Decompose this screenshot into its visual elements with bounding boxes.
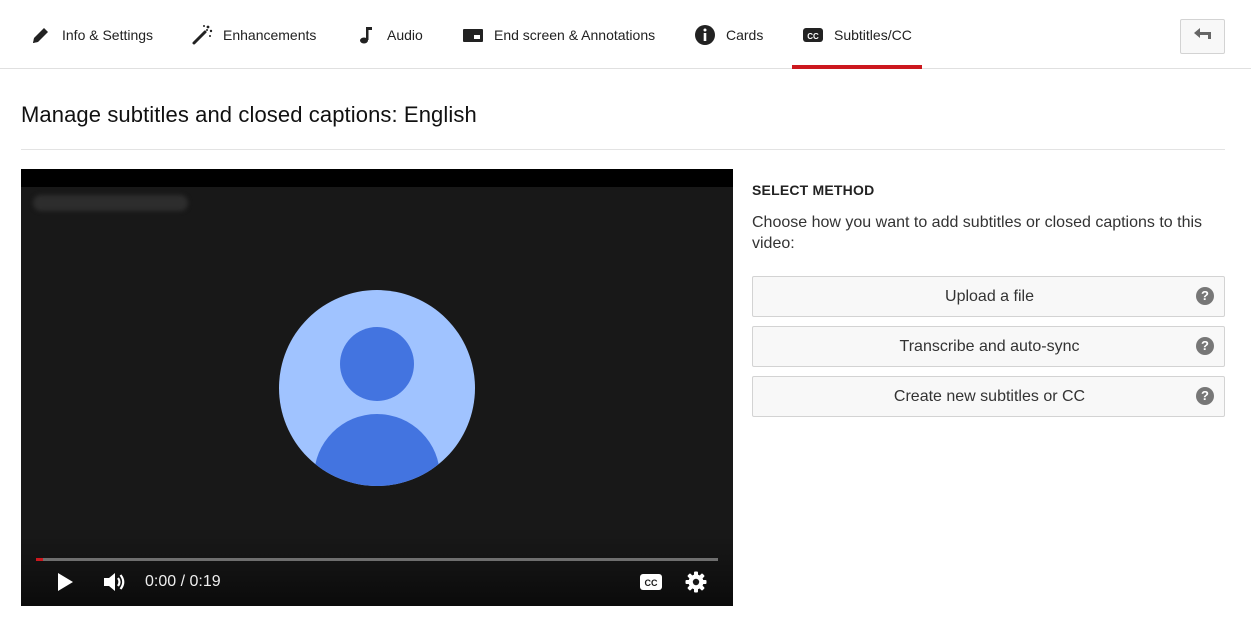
progress-played — [36, 558, 43, 561]
back-arrow-icon — [1193, 27, 1213, 46]
button-label: Transcribe and auto-sync — [899, 338, 1080, 355]
avatar-body — [314, 414, 440, 486]
magic-wand-icon — [191, 24, 213, 46]
back-button[interactable] — [1180, 19, 1225, 54]
music-note-icon — [355, 24, 377, 46]
volume-button[interactable] — [100, 570, 130, 598]
tab-info-settings[interactable]: Info & Settings — [30, 0, 153, 69]
captions-button[interactable]: CC — [637, 571, 665, 597]
pencil-icon — [30, 24, 52, 46]
divider — [21, 149, 1225, 150]
create-new-subtitles-button[interactable]: Create new subtitles or CC ? — [752, 376, 1225, 417]
help-icon[interactable]: ? — [1196, 287, 1214, 305]
upload-file-button[interactable]: Upload a file ? — [752, 276, 1225, 317]
help-icon[interactable]: ? — [1196, 387, 1214, 405]
button-label: Upload a file — [945, 288, 1034, 305]
tab-subtitles-cc[interactable]: CC Subtitles/CC — [792, 0, 922, 69]
tab-label: Cards — [726, 26, 764, 43]
play-icon — [55, 571, 75, 598]
cc-icon: CC — [639, 573, 663, 596]
tab-end-screen-annotations[interactable]: End screen & Annotations — [462, 0, 655, 69]
settings-gear-icon — [685, 571, 707, 598]
tab-enhancements[interactable]: Enhancements — [191, 0, 316, 69]
play-button[interactable] — [51, 570, 79, 598]
select-method-description: Choose how you want to add subtitles or … — [752, 214, 1203, 252]
transcribe-auto-sync-button[interactable]: Transcribe and auto-sync ? — [752, 326, 1225, 367]
tab-cards[interactable]: Cards — [694, 0, 763, 69]
tab-bar: Info & Settings Enhancements Audio End s… — [0, 0, 1251, 69]
select-method-heading: SELECT METHOD — [752, 182, 875, 198]
end-screen-icon — [462, 24, 484, 46]
svg-text:CC: CC — [807, 32, 819, 41]
info-icon — [694, 24, 716, 46]
tab-label: Audio — [387, 26, 423, 43]
avatar-placeholder — [279, 290, 475, 486]
progress-bar[interactable] — [36, 558, 718, 561]
button-label: Create new subtitles or CC — [893, 388, 1086, 405]
time-display: 0:00 / 0:19 — [145, 573, 221, 590]
video-player[interactable]: 0:00 / 0:19 CC — [21, 169, 733, 606]
redacted-video-title — [33, 195, 188, 211]
settings-button[interactable] — [682, 570, 710, 598]
tab-label: End screen & Annotations — [494, 26, 656, 43]
svg-text:CC: CC — [645, 578, 658, 588]
help-icon[interactable]: ? — [1196, 337, 1214, 355]
cc-icon: CC — [802, 24, 824, 46]
avatar-head — [340, 327, 414, 401]
tab-audio[interactable]: Audio — [355, 0, 423, 69]
player-top-bar — [21, 169, 733, 187]
tab-label: Info & Settings — [62, 26, 154, 43]
page-title: Manage subtitles and closed captions: En… — [21, 102, 477, 127]
volume-icon — [102, 570, 128, 599]
tab-label: Enhancements — [223, 26, 317, 43]
tab-label: Subtitles/CC — [834, 26, 912, 43]
